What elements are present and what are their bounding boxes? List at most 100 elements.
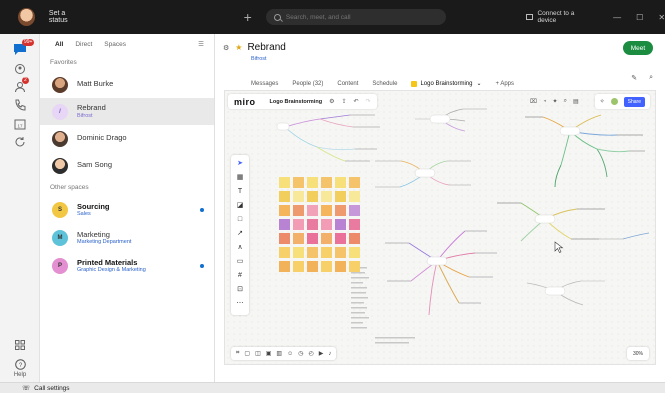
sticky-note[interactable] xyxy=(349,233,360,244)
board-search-icon[interactable]: ⌕ xyxy=(564,98,567,105)
sticky-note[interactable] xyxy=(321,233,332,244)
miro-board[interactable]: miro Logo Brainstorming ⚙ ⇪ ↶ ↷ ✧ Share … xyxy=(224,90,656,365)
select-tool-icon[interactable]: ➤ xyxy=(237,159,243,169)
comment-tool-icon[interactable]: ▭ xyxy=(237,257,244,267)
sticky-note[interactable] xyxy=(321,177,332,188)
new-plus-icon[interactable]: + xyxy=(244,10,252,24)
set-status-button[interactable]: Set a status xyxy=(49,10,84,24)
close-icon[interactable]: ✕ xyxy=(658,13,665,22)
sticky-note[interactable] xyxy=(335,191,346,202)
search-input[interactable] xyxy=(285,13,446,21)
sticky-note[interactable] xyxy=(307,261,318,272)
help-button[interactable]: ? Help xyxy=(8,359,32,378)
upload-tool-icon[interactable]: ⊡ xyxy=(237,285,243,295)
activity-icon[interactable]: ◷ xyxy=(298,350,303,357)
share-button[interactable]: Share xyxy=(623,96,645,107)
call-settings-link[interactable]: Call settings xyxy=(34,385,69,392)
search-box[interactable] xyxy=(265,9,446,25)
sticky-note[interactable] xyxy=(349,177,360,188)
favorite-star-icon[interactable]: ★ xyxy=(235,43,242,52)
video-icon[interactable]: ▶ xyxy=(319,350,324,357)
search-space-icon[interactable]: ⌕ xyxy=(649,74,653,82)
calendar-icon[interactable]: 17 xyxy=(13,117,27,131)
list-item-printed-materials[interactable]: P Printed Materials Graphic Design & Mar… xyxy=(40,252,214,280)
pen-tool-icon[interactable]: ∧ xyxy=(237,243,242,253)
sticky-note[interactable] xyxy=(349,205,360,216)
sticky-note[interactable] xyxy=(349,261,360,272)
list-item-marketing[interactable]: M Marketing Marketing Department xyxy=(40,224,214,252)
list-item-sam-song[interactable]: Sam Song xyxy=(40,152,214,179)
sticky-note[interactable] xyxy=(321,191,332,202)
sticky-note[interactable] xyxy=(279,177,290,188)
sticky-note[interactable] xyxy=(279,261,290,272)
sticky-note[interactable] xyxy=(293,219,304,230)
redo-icon[interactable]: ↷ xyxy=(366,98,371,105)
sticky-note[interactable] xyxy=(321,205,332,216)
notes-icon[interactable]: ▤ xyxy=(573,98,579,105)
sticky-note[interactable] xyxy=(321,247,332,258)
sticky-note[interactable] xyxy=(279,191,290,202)
list-item-sourcing[interactable]: S Sourcing Sales xyxy=(40,196,214,224)
sticky-note[interactable] xyxy=(307,191,318,202)
filter-icon[interactable]: ☰ xyxy=(198,40,204,48)
sticky-note[interactable] xyxy=(279,233,290,244)
board-icon[interactable]: ▥ xyxy=(276,350,282,357)
cards-icon[interactable]: ▣ xyxy=(266,350,272,357)
sticky-note[interactable] xyxy=(307,205,318,216)
board-name[interactable]: Logo Brainstorming xyxy=(270,99,323,105)
sticky-note[interactable] xyxy=(335,233,346,244)
sticky-note[interactable] xyxy=(279,247,290,258)
settings-icon[interactable]: ⚙ xyxy=(329,98,334,105)
grid-icon[interactable]: ⌗ xyxy=(236,350,239,357)
export-icon[interactable]: ⇪ xyxy=(341,98,346,105)
sticky-note[interactable] xyxy=(307,177,318,188)
list-item-matt-burke[interactable]: Matt Burke xyxy=(40,71,214,98)
undo-icon[interactable]: ↶ xyxy=(354,98,359,105)
sticky-note[interactable] xyxy=(279,219,290,230)
team-link[interactable]: Bifrost xyxy=(251,56,267,62)
tab-apps[interactable]: + Apps xyxy=(496,81,515,87)
sticky-note[interactable] xyxy=(321,261,332,272)
sticky-note[interactable] xyxy=(307,233,318,244)
meetings-icon[interactable] xyxy=(13,135,27,149)
tab-people[interactable]: People (32) xyxy=(292,81,323,87)
teams-icon[interactable] xyxy=(13,62,27,76)
tab-direct[interactable]: Direct xyxy=(75,41,92,48)
emoji-icon[interactable]: ☺ xyxy=(287,351,293,357)
apps-grid-icon[interactable] xyxy=(13,338,27,352)
sticky-note[interactable] xyxy=(293,261,304,272)
maximize-icon[interactable]: ☐ xyxy=(636,13,643,22)
tab-messages[interactable]: Messages xyxy=(251,81,278,87)
tab-content[interactable]: Content xyxy=(337,81,358,87)
timer-bottom-icon[interactable]: ◴ xyxy=(308,350,313,357)
sticky-note[interactable] xyxy=(293,233,304,244)
sticky-note[interactable] xyxy=(335,205,346,216)
sticky-note[interactable] xyxy=(349,219,360,230)
sticky-note[interactable] xyxy=(335,261,346,272)
more-tools-icon[interactable]: ⋯ xyxy=(237,299,244,309)
frames-icon[interactable]: ▢ xyxy=(244,350,250,357)
line-tool-icon[interactable]: ↗ xyxy=(237,229,243,239)
sticky-note[interactable] xyxy=(279,205,290,216)
vote-icon[interactable]: ✦ xyxy=(553,98,558,105)
sticky-note[interactable] xyxy=(335,177,346,188)
sticky-note[interactable] xyxy=(335,219,346,230)
sticky-note[interactable] xyxy=(293,247,304,258)
mic-icon[interactable]: ♪ xyxy=(328,351,331,357)
space-settings-icon[interactable]: ⚙ xyxy=(223,44,229,52)
calls-icon[interactable] xyxy=(13,98,27,112)
sticky-note[interactable] xyxy=(349,191,360,202)
tab-spaces[interactable]: Spaces xyxy=(104,41,126,48)
present-icon[interactable]: ⌧ xyxy=(530,98,537,105)
tab-schedule[interactable]: Schedule xyxy=(372,81,397,87)
tab-all[interactable]: All xyxy=(55,41,63,48)
sticky-note[interactable] xyxy=(321,219,332,230)
sticky-note[interactable] xyxy=(335,247,346,258)
sticky-note[interactable] xyxy=(349,247,360,258)
templates-tool-icon[interactable]: ▦ xyxy=(237,173,244,183)
chat-icon[interactable]: ◫ xyxy=(255,350,261,357)
sticky-note[interactable] xyxy=(293,205,304,216)
frame-tool-icon[interactable]: # xyxy=(238,271,242,281)
reactions-icon[interactable]: ✧ xyxy=(600,98,605,105)
list-item-rebrand[interactable]: / Rebrand Bifrost xyxy=(40,98,214,125)
